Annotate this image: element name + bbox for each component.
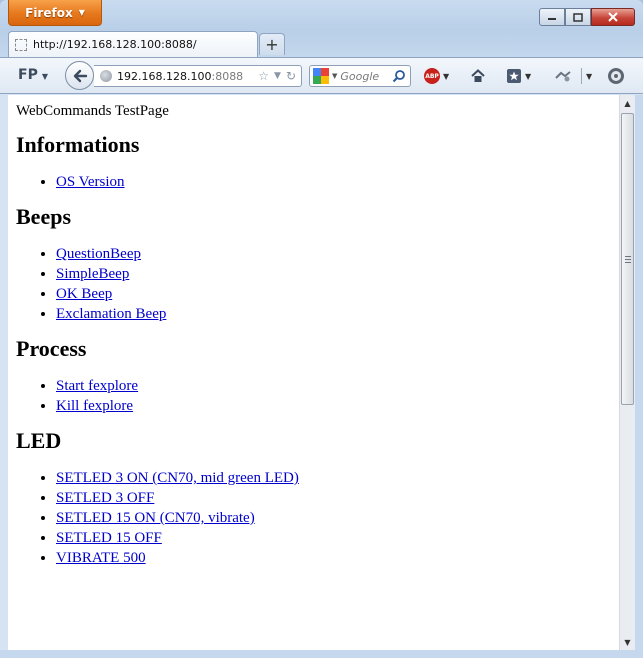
bookmarks-icon bbox=[507, 69, 521, 83]
page-favicon-icon bbox=[15, 38, 27, 51]
browser-window: Firefox ▼ http://192.168.128.100:8088/ +… bbox=[0, 0, 643, 658]
firefox-menu-label: Firefox bbox=[25, 5, 73, 20]
maximize-button[interactable] bbox=[565, 8, 591, 26]
close-icon bbox=[608, 12, 618, 22]
search-bar[interactable]: ▼ Google bbox=[309, 65, 411, 87]
link-start-fexplore[interactable]: Start fexplore bbox=[56, 378, 138, 394]
link-kill-fexplore[interactable]: Kill fexplore bbox=[56, 398, 133, 414]
extension-button[interactable] bbox=[554, 67, 572, 85]
list-item: SimpleBeep bbox=[56, 264, 619, 284]
led-list: SETLED 3 ON (CN70, mid green LED) SETLED… bbox=[16, 468, 619, 568]
reload-icon[interactable]: ↻ bbox=[286, 69, 296, 83]
link-setled-3-off[interactable]: SETLED 3 OFF bbox=[56, 490, 154, 506]
close-window-button[interactable] bbox=[591, 8, 635, 26]
navigation-toolbar: FP ▼ 192.168.128.100:8088 ☆ ▼ ↻ ▼ Google bbox=[0, 57, 643, 94]
bookmarks-button[interactable]: ▼ bbox=[506, 67, 531, 85]
fp-toolbar-button[interactable]: FP ▼ bbox=[18, 67, 48, 83]
window-frame-bottom bbox=[0, 650, 643, 658]
section-heading-informations: Informations bbox=[16, 132, 140, 157]
informations-list: OS Version bbox=[16, 172, 619, 192]
adblock-icon: ABP bbox=[424, 68, 440, 84]
list-item: OS Version bbox=[56, 172, 619, 192]
page-content: WebCommands TestPage Informations OS Ver… bbox=[8, 95, 619, 650]
chevron-up-icon: ▲ bbox=[624, 98, 631, 108]
grip-icon bbox=[625, 254, 631, 265]
section-heading-beeps: Beeps bbox=[16, 204, 71, 229]
new-tab-button[interactable]: + bbox=[259, 33, 285, 55]
toolbar-separator-dropdown[interactable]: ▼ bbox=[581, 67, 592, 85]
addon-icon bbox=[608, 68, 624, 84]
google-icon bbox=[313, 68, 329, 84]
history-dropdown-icon[interactable]: ▼ bbox=[274, 71, 281, 81]
tab-current[interactable]: http://192.168.128.100:8088/ bbox=[8, 31, 258, 57]
page-title: WebCommands TestPage bbox=[16, 103, 169, 119]
chevron-down-icon: ▼ bbox=[586, 71, 593, 81]
link-setled-15-on[interactable]: SETLED 15 ON (CN70, vibrate) bbox=[56, 510, 255, 526]
home-button[interactable] bbox=[470, 67, 486, 85]
list-item: VIBRATE 500 bbox=[56, 548, 619, 568]
adblock-label: ABP bbox=[425, 72, 439, 80]
search-icon[interactable] bbox=[392, 69, 406, 83]
process-list: Start fexplore Kill fexplore bbox=[16, 376, 619, 416]
scroll-down-button[interactable]: ▼ bbox=[620, 634, 635, 650]
list-item: SETLED 15 ON (CN70, vibrate) bbox=[56, 508, 619, 528]
address-bar[interactable]: 192.168.128.100:8088 ☆ ▼ ↻ bbox=[94, 65, 302, 87]
link-os-version[interactable]: OS Version bbox=[56, 174, 124, 190]
back-button[interactable] bbox=[65, 61, 94, 90]
beeps-list: QuestionBeep SimpleBeep OK Beep Exclamat… bbox=[16, 244, 619, 324]
toolbar-separator bbox=[581, 68, 582, 84]
puzzle-icon bbox=[555, 71, 571, 82]
chevron-down-icon: ▼ bbox=[624, 637, 631, 647]
list-item: SETLED 3 ON (CN70, mid green LED) bbox=[56, 468, 619, 488]
firefox-menu-button[interactable]: Firefox ▼ bbox=[8, 0, 102, 26]
list-item: Start fexplore bbox=[56, 376, 619, 396]
section-heading-process: Process bbox=[16, 336, 87, 361]
link-setled-3-on[interactable]: SETLED 3 ON (CN70, mid green LED) bbox=[56, 470, 299, 486]
scroll-up-button[interactable]: ▲ bbox=[620, 95, 635, 111]
link-setled-15-off[interactable]: SETLED 15 OFF bbox=[56, 530, 162, 546]
list-item: QuestionBeep bbox=[56, 244, 619, 264]
globe-icon bbox=[100, 70, 112, 82]
link-exclamation-beep[interactable]: Exclamation Beep bbox=[56, 306, 166, 322]
adblock-button[interactable]: ABP ▼ bbox=[424, 67, 449, 85]
chevron-down-icon: ▼ bbox=[443, 71, 450, 81]
address-host: 192.168.128.100 bbox=[117, 69, 212, 83]
chevron-down-icon: ▼ bbox=[332, 72, 338, 80]
address-port: :8088 bbox=[211, 69, 244, 83]
home-icon bbox=[471, 69, 485, 82]
tab-title: http://192.168.128.100:8088/ bbox=[33, 38, 197, 51]
link-vibrate-500[interactable]: VIBRATE 500 bbox=[56, 550, 146, 566]
minimize-button[interactable] bbox=[539, 8, 565, 26]
bookmark-star-icon[interactable]: ☆ bbox=[258, 69, 269, 83]
vertical-scrollbar[interactable]: ▲ ▼ bbox=[619, 95, 635, 650]
chevron-down-icon: ▼ bbox=[41, 72, 48, 81]
list-item: Kill fexplore bbox=[56, 396, 619, 416]
chevron-down-icon: ▼ bbox=[525, 71, 532, 81]
back-arrow-icon bbox=[73, 69, 87, 82]
plus-icon: + bbox=[265, 35, 279, 54]
list-item: Exclamation Beep bbox=[56, 304, 619, 324]
scrollbar-thumb[interactable] bbox=[621, 113, 634, 405]
section-heading-led: LED bbox=[16, 428, 62, 453]
maximize-icon bbox=[573, 12, 583, 22]
list-item: SETLED 15 OFF bbox=[56, 528, 619, 548]
link-question-beep[interactable]: QuestionBeep bbox=[56, 246, 141, 262]
list-item: SETLED 3 OFF bbox=[56, 488, 619, 508]
link-ok-beep[interactable]: OK Beep bbox=[56, 286, 112, 302]
link-simple-beep[interactable]: SimpleBeep bbox=[56, 266, 129, 282]
addon-button[interactable] bbox=[607, 67, 625, 85]
window-frame-right bbox=[635, 95, 643, 658]
fp-label: FP bbox=[18, 67, 38, 83]
window-controls bbox=[539, 8, 635, 26]
search-placeholder: Google bbox=[340, 69, 380, 83]
list-item: OK Beep bbox=[56, 284, 619, 304]
minimize-icon bbox=[548, 18, 556, 20]
chevron-down-icon: ▼ bbox=[78, 8, 85, 17]
